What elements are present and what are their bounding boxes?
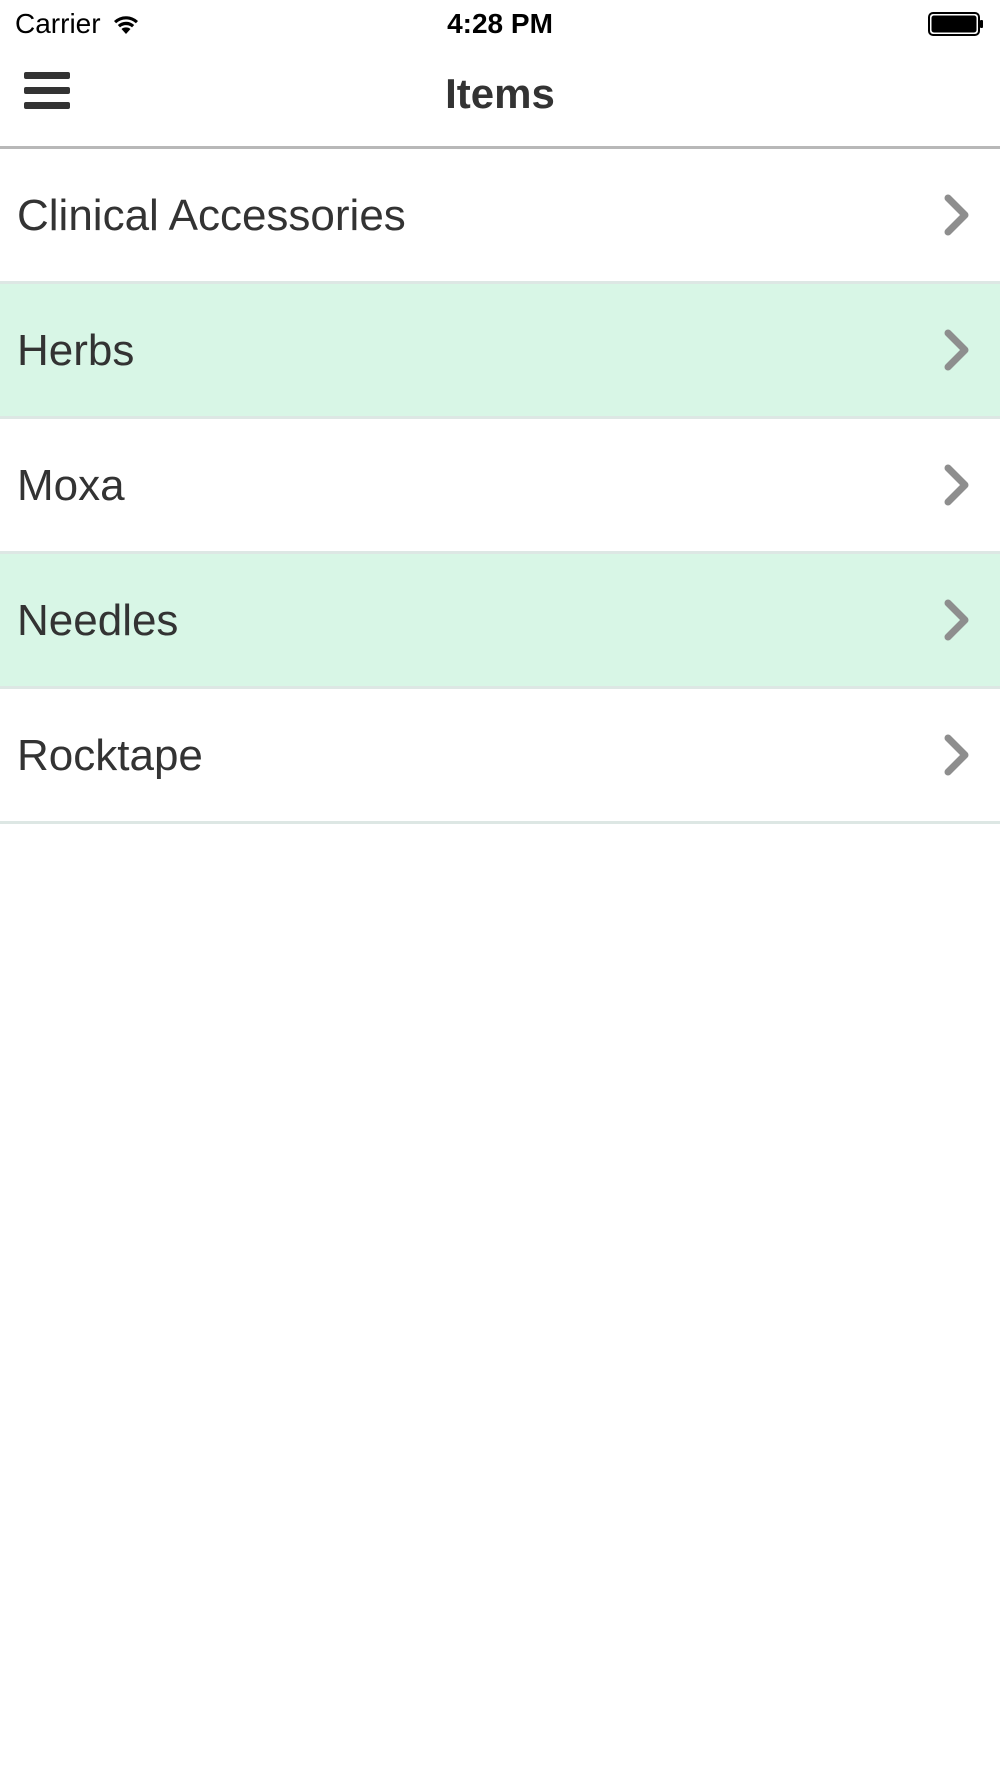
list-item-clinical-accessories[interactable]: Clinical Accessories bbox=[0, 149, 1000, 284]
status-bar: Carrier 4:28 PM bbox=[0, 0, 1000, 50]
list-item-herbs[interactable]: Herbs bbox=[0, 284, 1000, 419]
page-title: Items bbox=[445, 70, 555, 117]
battery-icon bbox=[928, 12, 983, 36]
list-item-label: Clinical Accessories bbox=[17, 191, 406, 240]
list-item-label: Moxa bbox=[17, 461, 125, 510]
list-item-label: Rocktape bbox=[17, 731, 203, 780]
chevron-right-icon bbox=[944, 194, 969, 236]
list-item-label: Herbs bbox=[17, 326, 135, 375]
chevron-right-icon bbox=[944, 734, 969, 776]
status-time: 4:28 PM bbox=[447, 8, 553, 39]
chevron-right-icon bbox=[944, 464, 969, 506]
list-item-needles[interactable]: Needles bbox=[0, 554, 1000, 689]
list-item-moxa[interactable]: Moxa bbox=[0, 419, 1000, 554]
navigation-bar: Items bbox=[0, 50, 1000, 149]
app-screen: Carrier 4:28 PM Items Clinical Accessori… bbox=[0, 0, 1000, 1778]
items-list: Clinical Accessories Herbs Moxa Needles … bbox=[0, 149, 1000, 824]
list-item-label: Needles bbox=[17, 596, 179, 645]
chevron-right-icon bbox=[944, 329, 969, 371]
list-item-rocktape[interactable]: Rocktape bbox=[0, 689, 1000, 824]
chevron-right-icon bbox=[944, 599, 969, 641]
